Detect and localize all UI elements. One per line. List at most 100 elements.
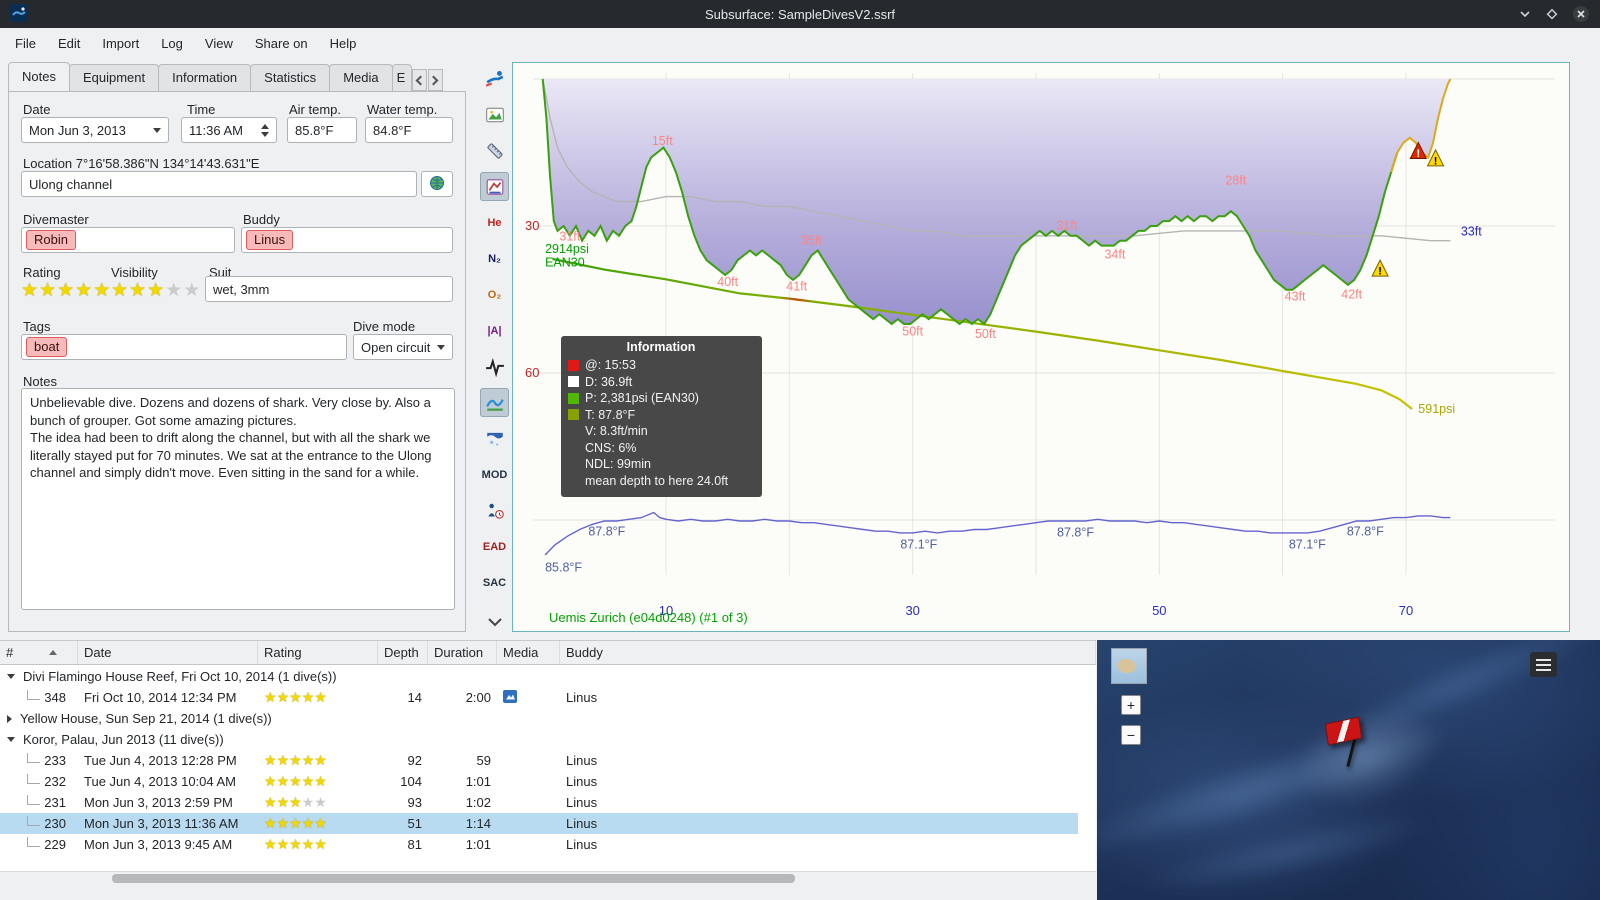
star-icon: ★ [289, 836, 302, 852]
tab-e[interactable]: E [391, 64, 412, 91]
dive-duration: 59 [476, 753, 491, 768]
rating-stars[interactable]: ★ ★ ★ ★ ★ [21, 278, 111, 302]
show-photos-icon[interactable] [480, 172, 509, 201]
column-header-depth[interactable]: Depth [378, 641, 428, 664]
dive-row[interactable]: 348 Fri Oct 10, 2014 12:34 PM ★★★★★ 14 2:00 L… [0, 687, 1078, 708]
chart-annotation: 2914psi [545, 242, 589, 256]
legend-chip [568, 426, 579, 437]
column-header-num[interactable]: # [0, 641, 78, 664]
dive-row[interactable]: 233 Tue Jun 4, 2013 12:28 PM ★★★★★ 92 59 Linu… [0, 750, 1078, 771]
dive-row[interactable]: 230 Mon Jun 3, 2013 11:36 AM ★★★★★ 51 1:14 Li… [0, 813, 1078, 834]
dive-number-text: 233 [44, 753, 66, 768]
close-icon[interactable] [1572, 5, 1590, 23]
dive-number: 232 [0, 774, 78, 789]
dive-mode-icon[interactable] [480, 64, 509, 93]
column-header-duration[interactable]: Duration [428, 641, 497, 664]
minimize-icon[interactable] [1518, 7, 1532, 21]
dive-mode-select[interactable]: Open circuit [353, 334, 453, 360]
menu-help[interactable]: Help [319, 31, 368, 56]
tab-equipment[interactable]: Equipment [68, 64, 160, 91]
air-temp-input[interactable] [287, 117, 357, 143]
dive-number: 231 [0, 795, 78, 810]
chart-annotation: 15ft [652, 134, 673, 148]
column-header-rating[interactable]: Rating [258, 641, 378, 664]
mod-icon[interactable]: MOD [480, 460, 509, 489]
collapse-icon[interactable] [7, 674, 15, 679]
overview-map[interactable] [1111, 648, 1147, 684]
dive-row[interactable]: 231 Mon Jun 3, 2013 2:59 PM ★★★★★ 93 1:02 Lin… [0, 792, 1078, 813]
star-icon: ★ [289, 773, 302, 789]
map-panel[interactable]: + − [1097, 640, 1600, 900]
ruler-icon[interactable] [480, 136, 509, 165]
dive-row[interactable]: 232 Tue Jun 4, 2013 10:04 AM ★★★★★ 104 1:01 L… [0, 771, 1078, 792]
menu-import[interactable]: Import [91, 31, 150, 56]
ceiling-icon[interactable] [480, 424, 509, 453]
water-temp-input[interactable] [365, 117, 453, 143]
tags-input[interactable]: boat [21, 334, 347, 360]
column-header-buddy[interactable]: Buddy [560, 641, 1096, 664]
star-icon: ★ [301, 794, 315, 810]
menu-log[interactable]: Log [150, 31, 194, 56]
tab-scroll-right-button[interactable] [427, 69, 443, 91]
star-icon: ★ [276, 752, 290, 768]
dive-number-text: 231 [44, 795, 66, 810]
scrollbar-thumb[interactable] [112, 874, 795, 883]
scr-icon[interactable] [480, 496, 509, 525]
dive-list-header: # Date Rating Depth Duration Media Buddy [0, 641, 1096, 665]
map-menu-button[interactable] [1530, 652, 1557, 677]
location-input[interactable] [21, 171, 417, 197]
media-icon[interactable] [503, 689, 517, 703]
n2-partial-pressure-icon[interactable]: N₂ [480, 244, 509, 273]
horizontal-scrollbar[interactable] [0, 871, 1096, 884]
notes-textarea[interactable]: Unbelievable dive. Dozens and dozens of … [21, 388, 455, 610]
tissues-icon[interactable]: |A| [480, 316, 509, 345]
buddy-label: Buddy [243, 212, 280, 227]
tag-chip[interactable]: boat [26, 337, 68, 357]
menu-edit[interactable]: Edit [47, 31, 91, 56]
he-partial-pressure-icon[interactable]: He [480, 208, 509, 237]
tab-notes[interactable]: Notes [8, 62, 70, 91]
o2-partial-pressure-icon[interactable]: O₂ [480, 280, 509, 309]
menu-file[interactable]: File [4, 31, 47, 56]
tab-media[interactable]: Media [329, 64, 393, 91]
column-header-date[interactable]: Date [78, 641, 258, 664]
time-spinner-buttons[interactable] [261, 123, 269, 137]
photos-icon[interactable] [480, 100, 509, 129]
divemaster-chip[interactable]: Robin [26, 230, 76, 250]
divemaster-input[interactable]: Robin [21, 227, 235, 253]
menu-view[interactable]: View [194, 31, 244, 56]
date-label: Date [23, 102, 51, 117]
buddy-input[interactable]: Linus [241, 227, 453, 253]
star-icon: ★ [276, 836, 290, 852]
chart-annotation: 28ft [1225, 173, 1246, 187]
collapse-icon[interactable] [7, 737, 15, 742]
expand-icon[interactable] [7, 714, 12, 723]
maximize-icon[interactable] [1545, 7, 1559, 21]
toolbar-collapse-icon[interactable] [487, 615, 503, 630]
column-header-media[interactable]: Media [497, 641, 560, 664]
visibility-stars[interactable]: ★ ★ ★ ★ ★ [111, 278, 201, 302]
ead-icon[interactable]: EAD [480, 532, 509, 561]
heart-rate-icon[interactable] [480, 352, 509, 381]
buddy-chip[interactable]: Linus [246, 230, 294, 250]
chart-annotation: 40ft [717, 275, 738, 289]
menu-share-on[interactable]: Share on [244, 31, 319, 56]
tab-information[interactable]: Information [158, 64, 252, 91]
gas-pressure-icon[interactable] [480, 388, 509, 417]
dive-row[interactable]: 229 Mon Jun 3, 2013 9:45 AM ★★★★★ 81 1:01 Lin… [0, 834, 1078, 855]
tab-scroll-left-button[interactable] [411, 69, 427, 91]
dive-date: Tue Jun 4, 2013 10:04 AM [84, 774, 237, 789]
tab-statistics[interactable]: Statistics [250, 64, 331, 91]
tree-connector-icon [27, 690, 40, 700]
trip-row[interactable]: Divi Flamingo House Reef, Fri Oct 10, 20… [0, 666, 1078, 687]
zoom-in-button[interactable]: + [1121, 695, 1141, 715]
trip-row[interactable]: Koror, Palau, Jun 2013 (11 dive(s)) [0, 729, 1078, 750]
zoom-out-button[interactable]: − [1121, 725, 1141, 745]
globe-button[interactable] [421, 171, 453, 197]
date-select[interactable]: Mon Jun 3, 2013 [21, 117, 169, 143]
suit-input[interactable] [205, 276, 453, 302]
time-input[interactable]: 11:36 AM [181, 117, 277, 143]
trip-row[interactable]: Yellow House, Sun Sep 21, 2014 (1 dive(s… [0, 708, 1078, 729]
sac-icon[interactable]: SAC [480, 568, 509, 597]
window-title: Subsurface: SampleDivesV2.ssrf [704, 6, 896, 22]
